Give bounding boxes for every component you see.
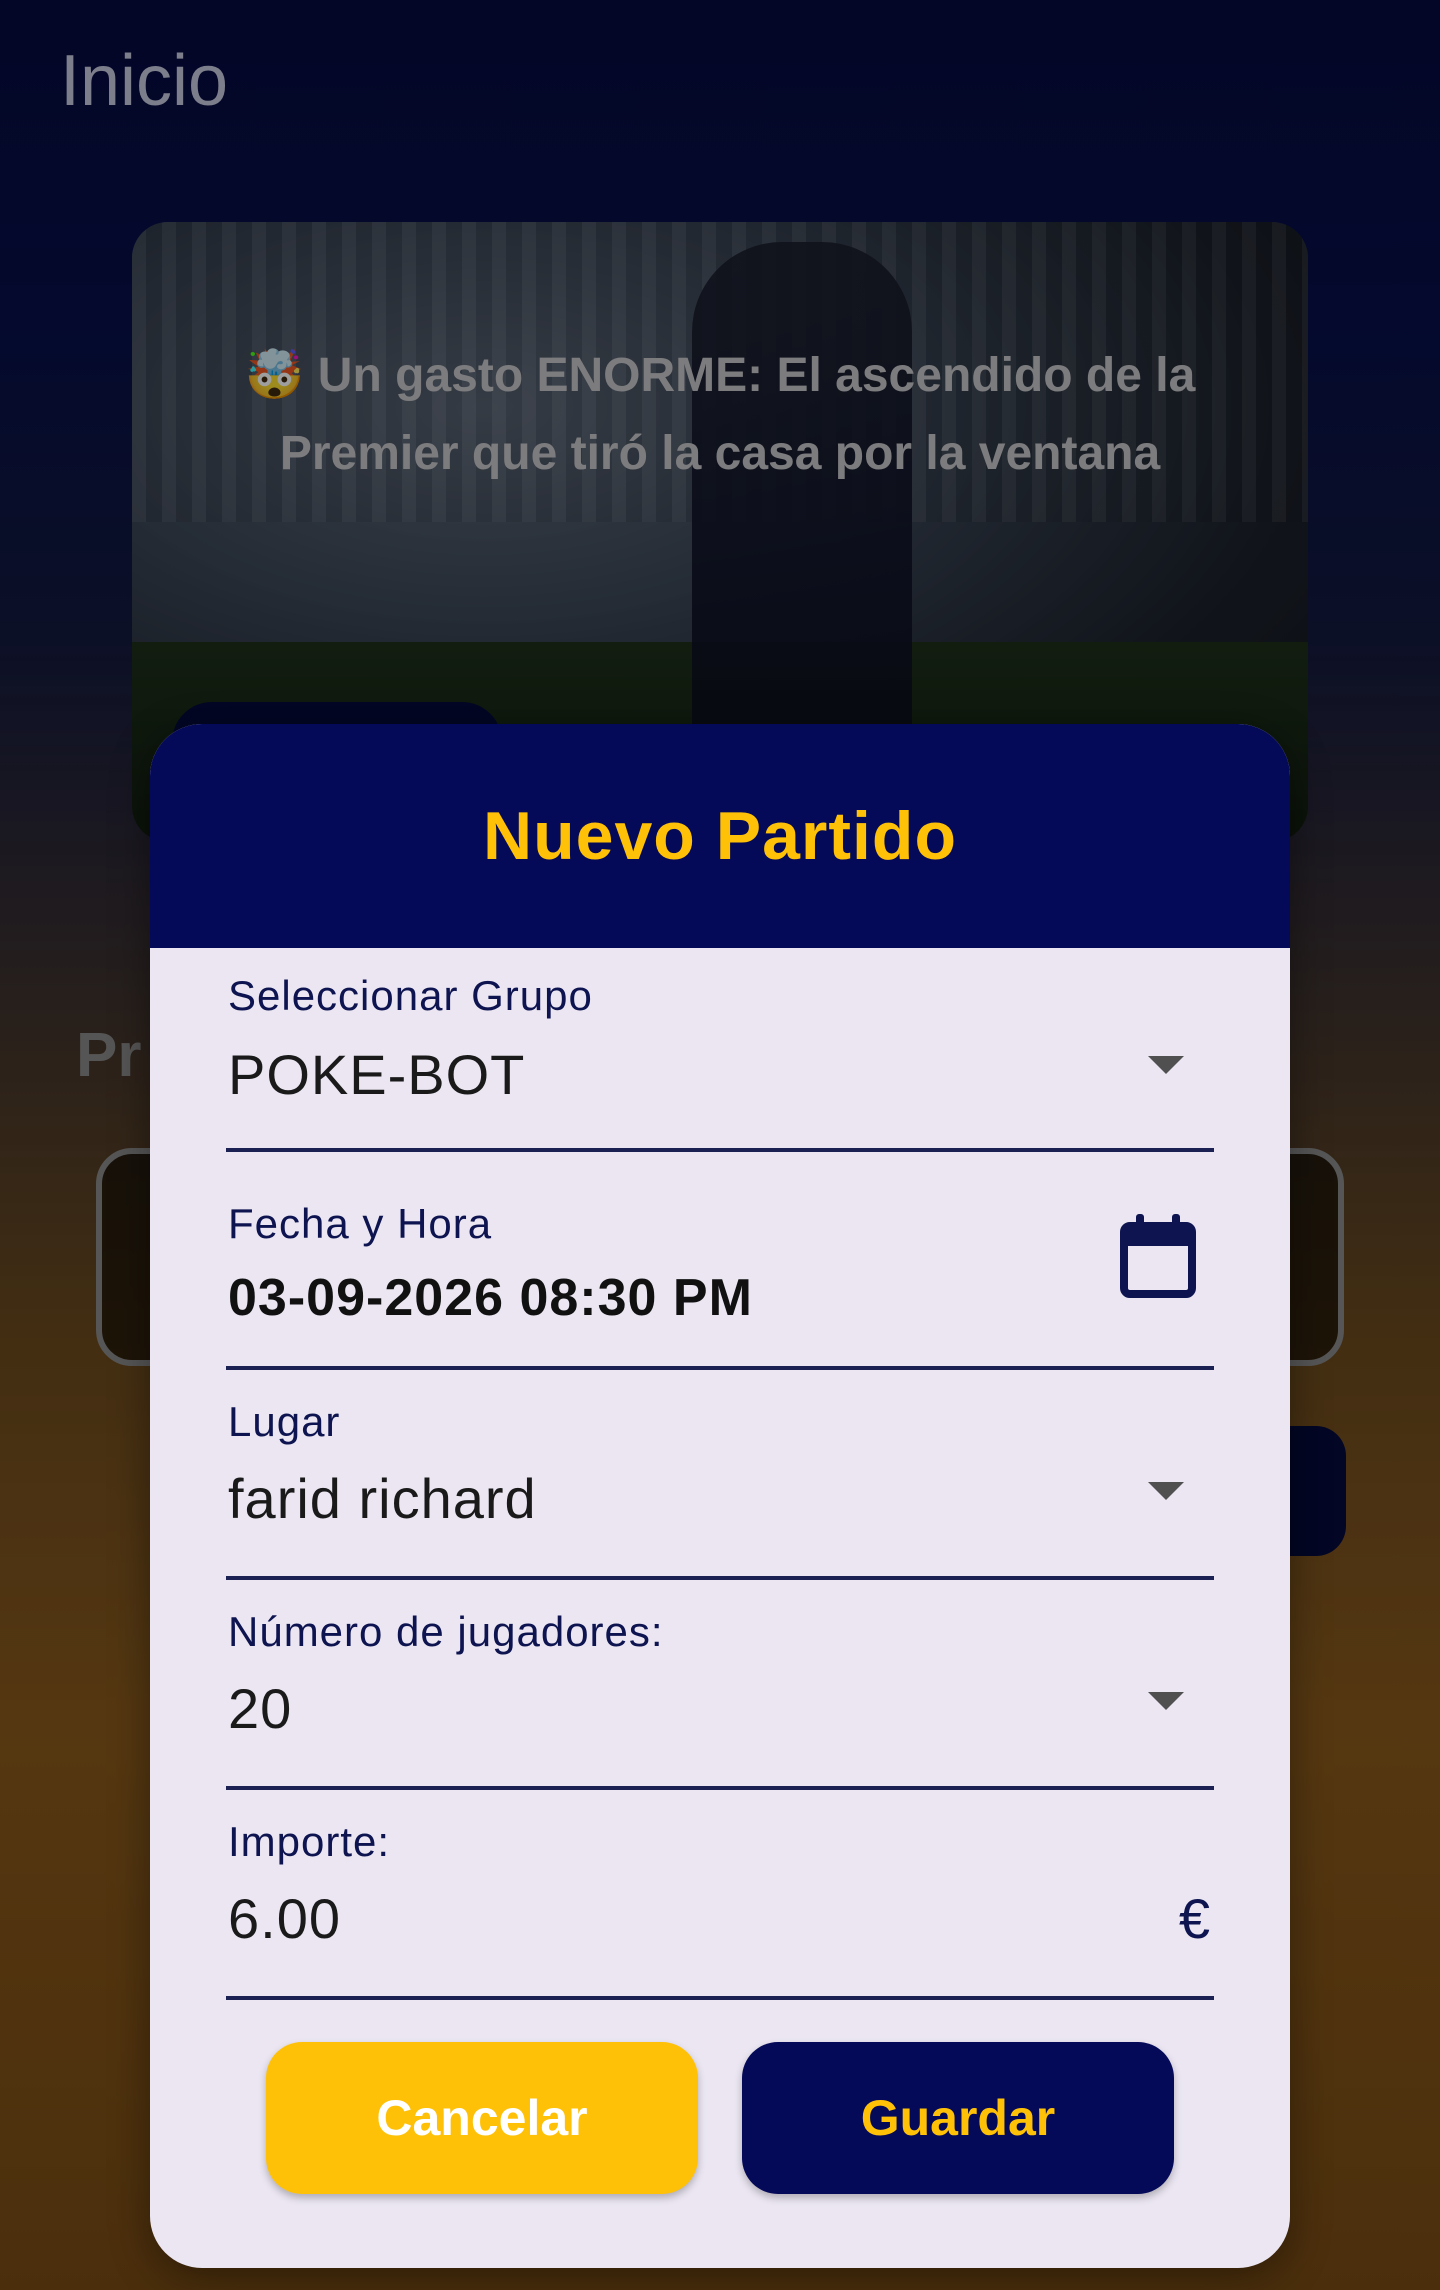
place-value: farid richard (228, 1467, 537, 1530)
new-match-dialog: Nuevo Partido Seleccionar Grupo POKE-BOT… (150, 724, 1290, 2268)
players-value: 20 (228, 1677, 293, 1740)
amount-input[interactable]: 6.00 (228, 1886, 341, 1951)
group-value: POKE-BOT (228, 1043, 526, 1106)
dialog-header: Nuevo Partido (150, 724, 1290, 948)
group-select[interactable]: Seleccionar Grupo POKE-BOT (226, 948, 1214, 1152)
cancel-button[interactable]: Cancelar (266, 2042, 698, 2194)
save-button[interactable]: Guardar (742, 2042, 1174, 2194)
datetime-label: Fecha y Hora (228, 1200, 493, 1247)
chevron-down-icon[interactable] (1148, 1056, 1184, 1074)
datetime-field[interactable]: Fecha y Hora 03-09-2026 08:30 PM (226, 1152, 1214, 1370)
place-label: Lugar (228, 1398, 341, 1445)
chevron-down-icon[interactable] (1148, 1482, 1184, 1500)
amount-label: Importe: (228, 1818, 391, 1865)
players-label: Número de jugadores: (228, 1608, 664, 1655)
euro-suffix: € (1178, 1887, 1210, 1950)
datetime-value: 03-09-2026 08:30 PM (228, 1269, 753, 1327)
chevron-down-icon[interactable] (1148, 1692, 1184, 1710)
amount-field[interactable]: Importe: 6.00 € (226, 1790, 1214, 2000)
group-label: Seleccionar Grupo (228, 972, 593, 1019)
players-select[interactable]: Número de jugadores: 20 (226, 1580, 1214, 1790)
match-form: Seleccionar Grupo POKE-BOT Fecha y Hora … (150, 948, 1290, 2000)
calendar-icon[interactable] (1116, 1210, 1200, 1302)
place-select[interactable]: Lugar farid richard (226, 1370, 1214, 1580)
dialog-title: Nuevo Partido (483, 798, 957, 874)
dialog-actions: Cancelar Guardar (150, 2042, 1290, 2194)
